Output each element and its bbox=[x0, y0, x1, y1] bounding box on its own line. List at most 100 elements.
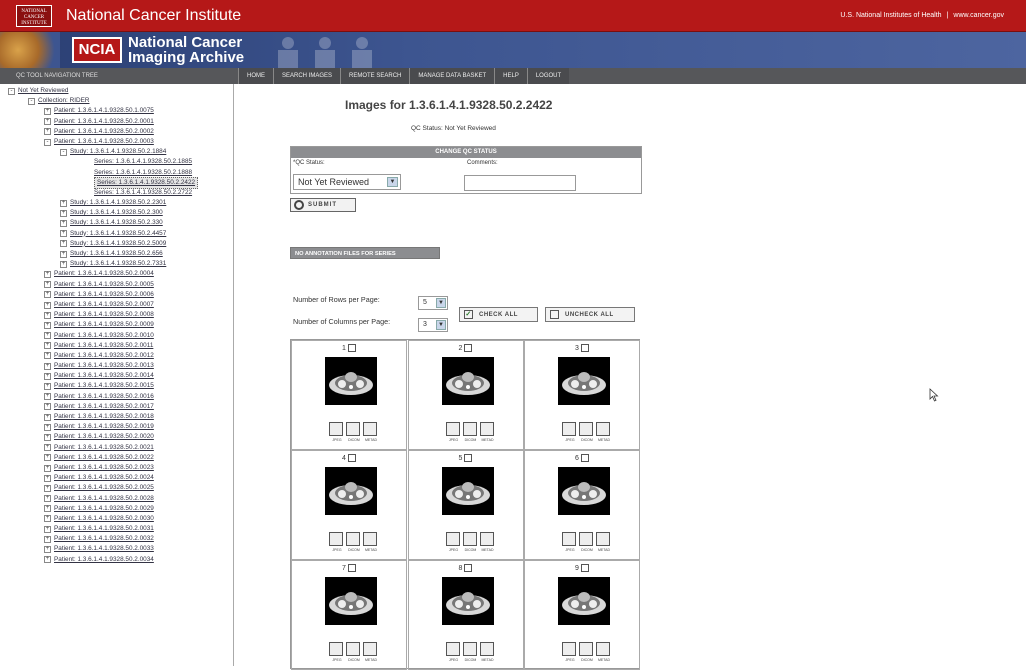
ct-scan-thumbnail[interactable] bbox=[558, 577, 610, 625]
tree-study-link[interactable]: Study: 1.3.6.1.4.1.9328.50.2.4457 bbox=[70, 229, 166, 239]
nih-link[interactable]: U.S. National Institutes of Health bbox=[840, 12, 941, 19]
image-select-checkbox[interactable] bbox=[464, 564, 473, 572]
expand-toggle-icon[interactable]: + bbox=[44, 362, 51, 370]
tree-collection-link[interactable]: Collection: RIDER bbox=[38, 96, 90, 106]
collapse-toggle-icon[interactable]: - bbox=[44, 138, 51, 146]
tree-patient-link[interactable]: Patient: 1.3.6.1.4.1.9328.50.2.0007 bbox=[54, 300, 154, 310]
tree-patient-link[interactable]: Patient: 1.3.6.1.4.1.9328.50.2.0009 bbox=[54, 320, 154, 330]
nci-title[interactable]: National Cancer Institute bbox=[66, 7, 241, 25]
tree-patient-link[interactable]: Patient: 1.3.6.1.4.1.9328.50.2.0001 bbox=[54, 117, 154, 127]
menu-home[interactable]: HOME bbox=[238, 68, 273, 84]
tree-study-link[interactable]: Study: 1.3.6.1.4.1.9328.50.2.2301 bbox=[70, 198, 166, 208]
tree-study-link[interactable]: Study: 1.3.6.1.4.1.9328.50.2.1884 bbox=[70, 147, 166, 157]
image-select-checkbox[interactable] bbox=[347, 454, 356, 462]
tree-patient-link[interactable]: Patient: 1.3.6.1.4.1.9328.50.2.0032 bbox=[54, 534, 154, 544]
expand-toggle-icon[interactable]: + bbox=[44, 332, 51, 340]
tree-patient-link[interactable]: Patient: 1.3.6.1.4.1.9328.50.2.0012 bbox=[54, 351, 154, 361]
expand-toggle-icon[interactable]: + bbox=[44, 454, 51, 462]
collapse-toggle-icon[interactable]: - bbox=[28, 97, 35, 105]
tree-patient-link[interactable]: Patient: 1.3.6.1.4.1.9328.50.2.0004 bbox=[54, 269, 154, 279]
expand-toggle-icon[interactable]: + bbox=[44, 301, 51, 309]
tree-patient-link[interactable]: Patient: 1.3.6.1.4.1.9328.50.2.0021 bbox=[54, 443, 154, 453]
chevron-down-icon[interactable]: ▼ bbox=[387, 177, 398, 187]
ct-scan-thumbnail[interactable] bbox=[441, 467, 494, 515]
expand-toggle-icon[interactable]: + bbox=[44, 342, 51, 350]
metadata-icon[interactable]: METAD bbox=[479, 532, 494, 552]
expand-toggle-icon[interactable]: + bbox=[44, 403, 51, 411]
image-select-checkbox[interactable] bbox=[347, 344, 356, 352]
collapse-toggle-icon[interactable]: - bbox=[8, 87, 15, 95]
dicom-download-icon[interactable]: DICOM bbox=[579, 422, 593, 442]
image-select-checkbox[interactable] bbox=[580, 454, 589, 462]
tree-patient-link[interactable]: Patient: 1.3.6.1.4.1.9328.50.2.0020 bbox=[54, 432, 154, 442]
tree-patient-link[interactable]: Patient: 1.3.6.1.4.1.9328.50.2.0016 bbox=[54, 392, 154, 402]
dicom-download-icon[interactable]: DICOM bbox=[579, 642, 593, 662]
tree-patient-link[interactable]: Patient: 1.3.6.1.4.1.9328.50.2.0023 bbox=[54, 463, 154, 473]
image-select-checkbox[interactable] bbox=[347, 564, 356, 572]
tree-patient-link[interactable]: Patient: 1.3.6.1.4.1.9328.50.1.0075 bbox=[54, 106, 154, 116]
tree-patient-link[interactable]: Patient: 1.3.6.1.4.1.9328.50.2.0014 bbox=[54, 371, 154, 381]
menu-logout[interactable]: LOGOUT bbox=[526, 68, 569, 84]
dicom-download-icon[interactable]: DICOM bbox=[462, 642, 477, 662]
expand-toggle-icon[interactable]: + bbox=[44, 423, 51, 431]
metadata-icon[interactable]: METAD bbox=[363, 642, 377, 662]
tree-patient-link[interactable]: Patient: 1.3.6.1.4.1.9328.50.2.0030 bbox=[54, 514, 154, 524]
tree-study-link[interactable]: Study: 1.3.6.1.4.1.9328.50.2.5009 bbox=[70, 239, 166, 249]
dicom-download-icon[interactable]: DICOM bbox=[346, 532, 360, 552]
expand-toggle-icon[interactable]: + bbox=[44, 444, 51, 452]
tree-series-link[interactable]: Series: 1.3.6.1.4.1.9328.50.2.1885 bbox=[94, 157, 192, 167]
ncia-logo[interactable]: NCIA bbox=[72, 37, 122, 63]
ct-scan-thumbnail[interactable] bbox=[325, 357, 377, 405]
jpeg-download-icon[interactable]: JPEG bbox=[562, 422, 576, 442]
tree-patient-link[interactable]: Patient: 1.3.6.1.4.1.9328.50.2.0011 bbox=[54, 341, 153, 351]
metadata-icon[interactable]: METAD bbox=[596, 532, 610, 552]
expand-toggle-icon[interactable]: + bbox=[44, 352, 51, 360]
image-select-checkbox[interactable] bbox=[464, 344, 473, 352]
tree-patient-link[interactable]: Patient: 1.3.6.1.4.1.9328.50.2.0024 bbox=[54, 473, 154, 483]
tree-patient-link[interactable]: Patient: 1.3.6.1.4.1.9328.50.2.0006 bbox=[54, 290, 154, 300]
dicom-download-icon[interactable]: DICOM bbox=[346, 642, 360, 662]
ct-scan-thumbnail[interactable] bbox=[325, 467, 377, 515]
jpeg-download-icon[interactable]: JPEG bbox=[329, 422, 343, 442]
menu-remote-search[interactable]: REMOTE SEARCH bbox=[340, 68, 409, 84]
expand-toggle-icon[interactable]: + bbox=[44, 433, 51, 441]
metadata-icon[interactable]: METAD bbox=[479, 642, 494, 662]
tree-patient-link[interactable]: Patient: 1.3.6.1.4.1.9328.50.2.0025 bbox=[54, 483, 154, 493]
nci-logo[interactable]: NATIONAL CANCER INSTITUTE bbox=[16, 4, 52, 27]
expand-toggle-icon[interactable]: + bbox=[44, 413, 51, 421]
jpeg-download-icon[interactable]: JPEG bbox=[445, 642, 460, 662]
expand-toggle-icon[interactable]: + bbox=[44, 505, 51, 513]
ct-scan-thumbnail[interactable] bbox=[558, 357, 610, 405]
expand-toggle-icon[interactable]: + bbox=[60, 220, 67, 228]
tree-patient-link[interactable]: Patient: 1.3.6.1.4.1.9328.50.2.0033 bbox=[54, 544, 154, 554]
tree-patient-link[interactable]: Patient: 1.3.6.1.4.1.9328.50.2.0031 bbox=[54, 524, 154, 534]
expand-toggle-icon[interactable]: + bbox=[44, 464, 51, 472]
expand-toggle-icon[interactable]: + bbox=[44, 546, 51, 554]
uncheck-all-button[interactable]: UNCHECK ALL bbox=[545, 307, 635, 322]
expand-toggle-icon[interactable]: + bbox=[44, 270, 51, 278]
chevron-down-icon[interactable]: ▼ bbox=[436, 298, 446, 308]
check-all-button[interactable]: ✓ CHECK ALL bbox=[459, 307, 538, 322]
expand-toggle-icon[interactable]: + bbox=[44, 118, 51, 126]
rows-per-page-select[interactable]: 5 ▼ bbox=[418, 296, 448, 310]
jpeg-download-icon[interactable]: JPEG bbox=[445, 532, 460, 552]
tree-patient-link[interactable]: Patient: 1.3.6.1.4.1.9328.50.2.0013 bbox=[54, 361, 154, 371]
expand-toggle-icon[interactable]: + bbox=[60, 240, 67, 248]
dicom-download-icon[interactable]: DICOM bbox=[579, 532, 593, 552]
tree-patient-link[interactable]: Patient: 1.3.6.1.4.1.9328.50.2.0008 bbox=[54, 310, 154, 320]
jpeg-download-icon[interactable]: JPEG bbox=[562, 642, 576, 662]
chevron-down-icon[interactable]: ▼ bbox=[436, 320, 446, 330]
expand-toggle-icon[interactable]: + bbox=[44, 107, 51, 115]
tree-patient-link[interactable]: Patient: 1.3.6.1.4.1.9328.50.2.0018 bbox=[54, 412, 154, 422]
expand-toggle-icon[interactable]: + bbox=[44, 535, 51, 543]
tree-patient-link[interactable]: Patient: 1.3.6.1.4.1.9328.50.2.0022 bbox=[54, 453, 154, 463]
tree-patient-link[interactable]: Patient: 1.3.6.1.4.1.9328.50.2.0028 bbox=[54, 494, 154, 504]
collapse-toggle-icon[interactable]: - bbox=[60, 148, 67, 156]
metadata-icon[interactable]: METAD bbox=[596, 642, 610, 662]
tree-root-link[interactable]: Not Yet Reviewed bbox=[18, 86, 68, 96]
cancer-gov-link[interactable]: www.cancer.gov bbox=[953, 12, 1004, 19]
menu-manage-data-basket[interactable]: MANAGE DATA BASKET bbox=[409, 68, 494, 84]
qc-status-select[interactable]: Not Yet Reviewed ▼ bbox=[293, 174, 401, 190]
expand-toggle-icon[interactable]: + bbox=[44, 525, 51, 533]
expand-toggle-icon[interactable]: + bbox=[44, 556, 51, 564]
